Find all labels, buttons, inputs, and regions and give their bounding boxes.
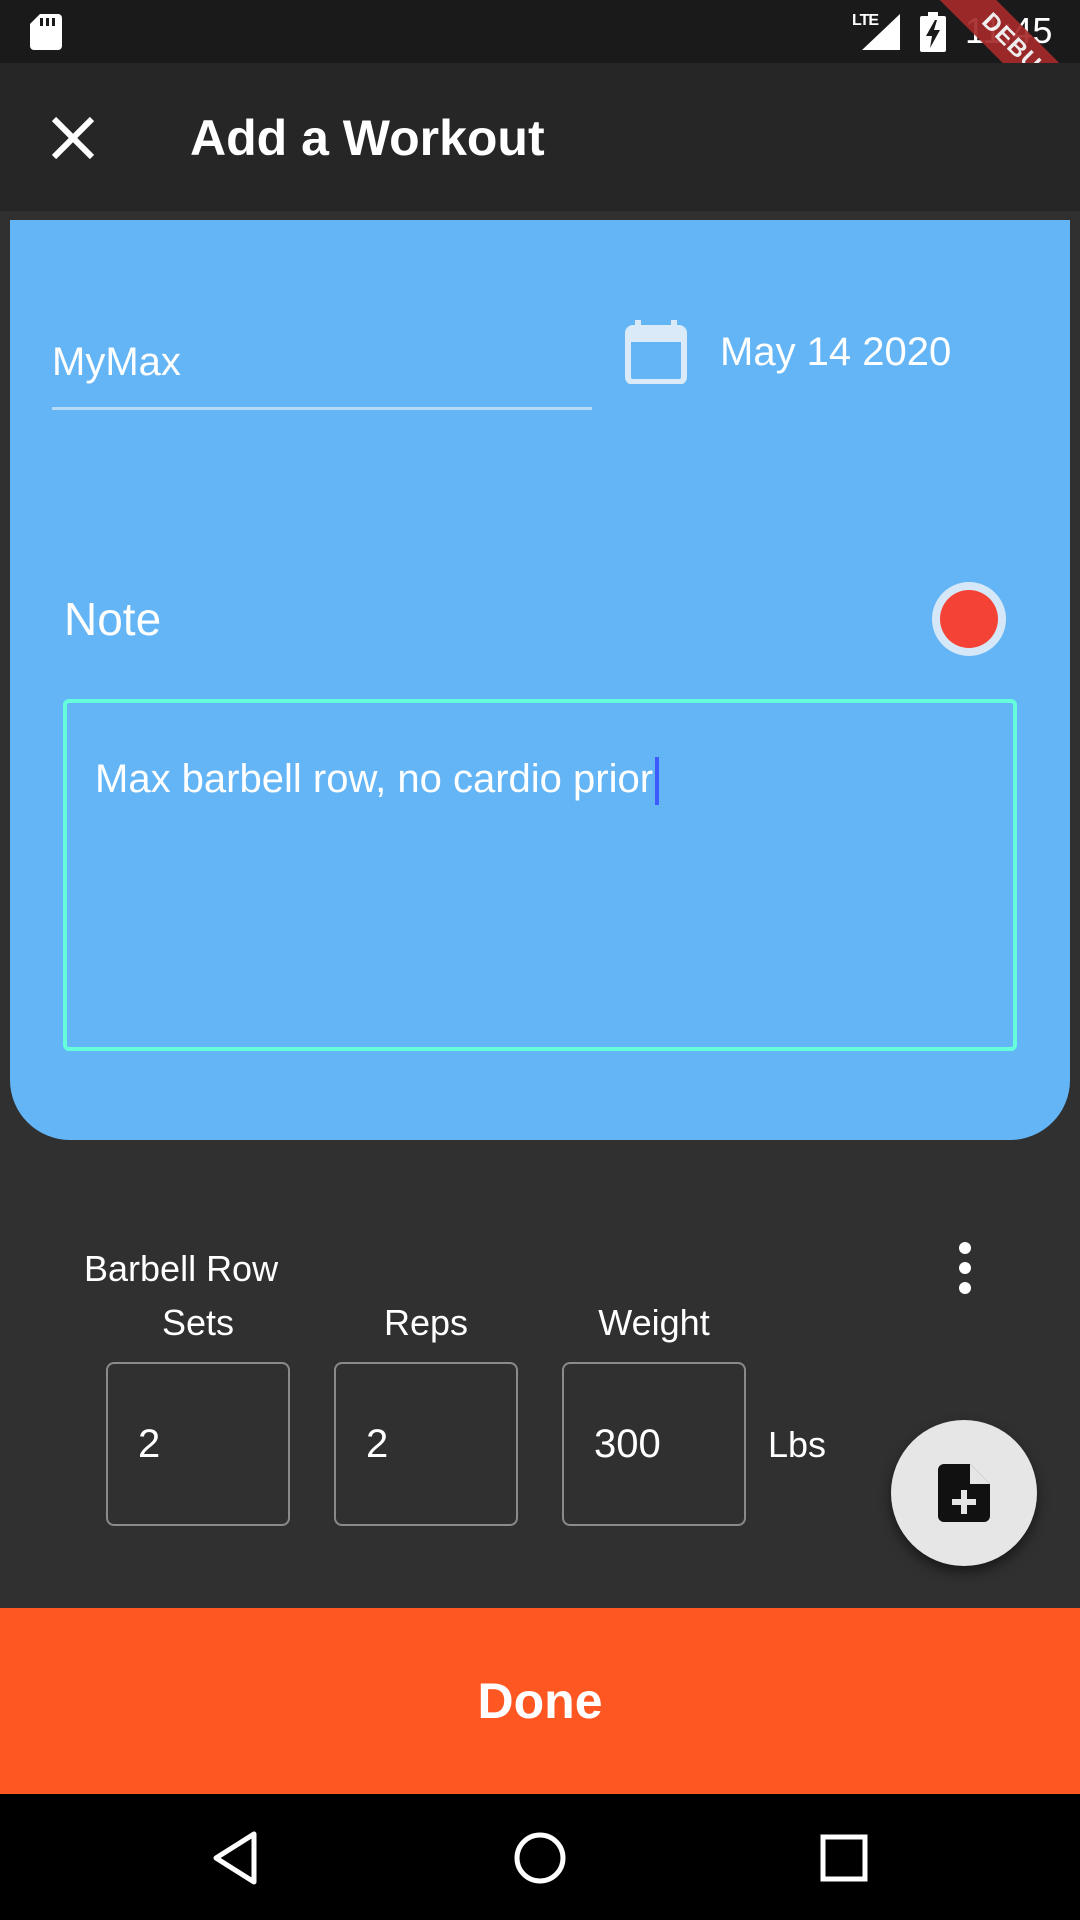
battery-charging-icon (920, 12, 946, 52)
sd-card-icon (30, 14, 62, 50)
workout-card: MyMax May 14 2020 Note Max barbell row, … (10, 220, 1070, 1140)
note-input[interactable]: Max barbell row, no cardio prior (63, 699, 1017, 1051)
more-vert-icon[interactable] (950, 1240, 980, 1296)
done-button[interactable]: Done (0, 1608, 1080, 1794)
close-button[interactable] (40, 105, 106, 171)
close-icon (51, 116, 95, 160)
record-dot-icon (940, 590, 998, 648)
back-icon[interactable] (200, 1822, 272, 1894)
screen: LTE 11:45 DEBUG Add a Workout MyMax (0, 0, 1080, 1920)
page-title: Add a Workout (190, 110, 545, 166)
weight-label: Weight (598, 1302, 710, 1343)
workout-name-field[interactable]: MyMax (52, 330, 592, 410)
date-label[interactable]: May 14 2020 (720, 330, 951, 375)
navigation-bar (0, 1794, 1080, 1920)
reps-label: Reps (383, 1302, 469, 1343)
note-text: Max barbell row, no cardio prior (95, 757, 654, 801)
app-bar: Add a Workout (0, 63, 1080, 211)
record-button[interactable] (932, 582, 1006, 656)
recents-icon[interactable] (808, 1822, 880, 1894)
weight-field[interactable]: 300 (562, 1362, 746, 1526)
unit-label: Lbs (768, 1424, 827, 1465)
sets-field[interactable]: 2 (106, 1362, 290, 1526)
add-note-button[interactable] (891, 1420, 1037, 1566)
text-cursor (655, 757, 660, 806)
calendar-icon[interactable] (625, 320, 687, 384)
exercise-name: Barbell Row (84, 1248, 279, 1289)
note-add-icon (938, 1464, 990, 1522)
home-icon[interactable] (504, 1822, 576, 1894)
reps-field[interactable]: 2 (334, 1362, 518, 1526)
status-bar: LTE 11:45 DEBUG (0, 0, 1080, 63)
note-label: Note (64, 593, 162, 645)
signal-icon (862, 14, 900, 50)
sets-label: Sets (161, 1302, 235, 1343)
